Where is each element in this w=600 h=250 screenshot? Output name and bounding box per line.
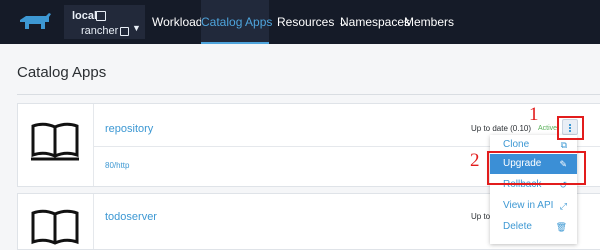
menu-item-view-in-api[interactable]: View in API ⤢ (490, 196, 577, 216)
app-icon-area (18, 104, 94, 186)
nav-workloads[interactable]: Workloads (152, 0, 208, 44)
annotation-number-2: 2 (470, 150, 480, 171)
app-icon-area (18, 194, 94, 249)
cluster-name: local (72, 10, 98, 22)
rancher-logo-icon[interactable] (18, 12, 52, 32)
title-divider (17, 94, 600, 95)
annotation-box-kebab (557, 116, 584, 140)
nav-resources[interactable]: Resources ⌄ (277, 0, 348, 44)
annotation-box-upgrade (487, 151, 586, 185)
app-version-status: Up to (471, 212, 491, 221)
top-navigation-bar: local rancher ▼ Workloads Catalog Apps R… (0, 0, 600, 44)
page-title: Catalog Apps (17, 64, 107, 81)
external-link-icon: ⤢ (559, 201, 567, 211)
cluster-icon (96, 11, 106, 21)
app-name-link[interactable]: todoserver (105, 211, 157, 223)
nav-resources-label: Resources (277, 15, 335, 29)
app-version-status: Up to date (0.10) (471, 124, 532, 133)
project-name: rancher (81, 25, 119, 37)
cluster-project-switcher[interactable]: local rancher ▼ (64, 5, 145, 39)
project-icon (120, 27, 129, 36)
book-icon (31, 122, 79, 161)
menu-item-delete[interactable]: Delete 🗑 (490, 217, 577, 237)
app-name-link[interactable]: repository (105, 123, 153, 135)
annotation-number-1: 1 (529, 104, 539, 125)
chevron-down-icon: ▼ (132, 23, 141, 33)
menu-item-label: Delete (503, 221, 532, 232)
status-badge: Active (538, 125, 558, 132)
trash-icon: 🗑 (555, 222, 567, 232)
nav-namespaces[interactable]: Namespaces (340, 0, 410, 44)
menu-item-label: View in API (503, 200, 554, 211)
endpoint-link[interactable]: 80/http (105, 161, 129, 170)
nav-catalog-apps[interactable]: Catalog Apps (201, 0, 272, 44)
nav-members[interactable]: Members (404, 0, 454, 44)
